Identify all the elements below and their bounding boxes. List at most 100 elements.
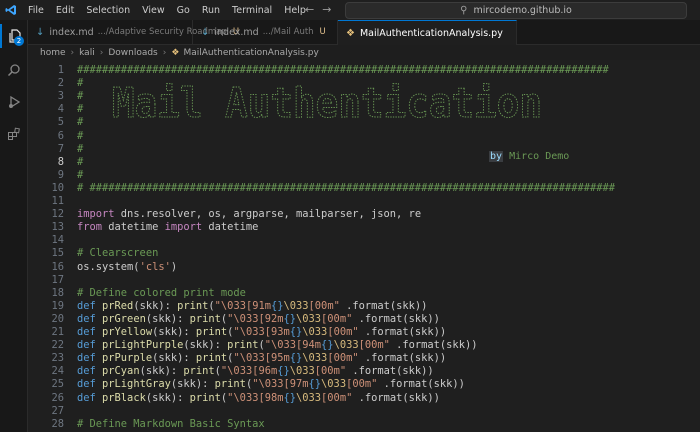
color-code: 98m (264, 391, 284, 404)
format-call: .format(skk)) (389, 339, 478, 352)
keyword: def (77, 391, 96, 404)
line-code: def prBlack(skk): print("\033[98m{}\033[… (77, 392, 440, 404)
line-number: 15 (51, 247, 64, 260)
escape-sequence: \033 (283, 299, 309, 312)
tab-mailauthenticationanalysis[interactable]: ❖ MailAuthenticationAnalysis.py (338, 20, 517, 45)
tab-filename: index.md (214, 26, 259, 38)
forward-arrow-icon[interactable]: → (322, 3, 331, 16)
tab-index-roadmap[interactable]: ↓ index.md .../Adaptive Security Roadmap… (28, 20, 239, 44)
breadcrumb-kali[interactable]: kali (79, 48, 95, 58)
code-line: 8 # (28, 156, 700, 169)
extensions-icon[interactable] (0, 122, 27, 146)
function-name: prGreen (95, 312, 146, 325)
params: (skk): (170, 378, 215, 391)
line-code: # (77, 169, 83, 181)
string: "\033[ (233, 352, 271, 365)
menu-file[interactable]: File (22, 5, 50, 16)
code-editor[interactable]: Mail Authentication by Mirco Demo 1 #####… (28, 60, 700, 432)
function-call: print (183, 365, 215, 378)
params: (skk): (133, 299, 178, 312)
keyword: def (77, 378, 96, 391)
code-line: 4 # (28, 103, 700, 116)
python-file-icon: ❖ (171, 47, 180, 58)
line-code: # (77, 130, 83, 142)
comment-text: # ######################################… (77, 181, 615, 194)
command-center-search[interactable]: ⚲ mircodemo.github.io (345, 2, 687, 19)
menu-view[interactable]: View (136, 5, 171, 16)
line-number: 6 (57, 129, 64, 142)
function-call: print (189, 391, 221, 404)
string: [00m" (327, 326, 359, 338)
line-number: 8 (57, 155, 64, 168)
line-code: os.system('cls') (77, 261, 177, 273)
line-number: 7 (57, 142, 64, 155)
paren: ) (170, 260, 178, 273)
color-code: 95m (270, 352, 290, 365)
menu-selection[interactable]: Selection (80, 5, 136, 16)
string: "\033[ (264, 339, 303, 352)
code-line: 13 from datetime import datetime (28, 221, 700, 234)
chevron-right-icon: › (70, 47, 75, 58)
tab-index-mailauth[interactable]: ↓ index.md .../Mail Auth U (193, 20, 338, 44)
line-number: 20 (51, 312, 64, 325)
code-line: 18 # Define colored print mode (28, 287, 700, 300)
line-number: 21 (51, 326, 64, 338)
code-line: 12 import dns.resolver, os, argparse, mai… (28, 208, 700, 221)
keyword: import (164, 221, 203, 234)
format-placeholder: {} (308, 378, 322, 391)
line-number: 28 (51, 417, 64, 430)
back-arrow-icon[interactable]: ← (305, 3, 314, 16)
menu-go[interactable]: Go (171, 5, 196, 16)
menu-edit[interactable]: Edit (50, 5, 80, 16)
explorer-icon[interactable]: 2 (0, 24, 27, 48)
format-call: .format(skk)) (352, 391, 440, 404)
code-line: 25 def prLightGray(skk): print("\033[97m{… (28, 378, 700, 391)
breadcrumb-file[interactable]: MailAuthenticationAnalysis.py (183, 48, 318, 58)
comment-text: # Define Markdown Basic Syntax (77, 417, 265, 430)
line-number: 14 (51, 234, 64, 247)
string: [00m" (327, 352, 359, 365)
code-line: 23 def prPurple(skk): print("\033[95m{}\0… (28, 352, 700, 365)
line-number: 4 (57, 103, 64, 116)
params: (skk): (145, 391, 190, 404)
color-code: 96m (258, 365, 278, 378)
format-placeholder: {} (321, 339, 334, 352)
line-code: def prLightPurple(skk): print("\033[94m{… (77, 339, 477, 351)
color-code: 91m (252, 299, 271, 312)
line-code: # (77, 90, 83, 102)
run-debug-icon[interactable] (0, 90, 27, 114)
line-code: # (77, 156, 83, 168)
format-call: .format(skk)) (358, 352, 447, 365)
code-line: 28 # Define Markdown Basic Syntax (28, 418, 700, 431)
breadcrumb-downloads[interactable]: Downloads (108, 48, 157, 58)
menu-terminal[interactable]: Terminal (226, 5, 278, 16)
line-code: # (77, 103, 83, 115)
nav-arrows: ← → (305, 3, 331, 16)
line-number: 18 (51, 286, 64, 299)
code-line: 27 (28, 405, 700, 418)
line-code: # ######################################… (77, 182, 615, 194)
escape-sequence: \033 (289, 365, 315, 378)
keyword: def (77, 352, 96, 365)
menu-run[interactable]: Run (196, 5, 226, 16)
line-number: 26 (51, 391, 64, 404)
code-line: 15 # Clearscreen (28, 247, 700, 260)
keyword: from (77, 221, 103, 234)
format-call: .format(skk)) (352, 312, 440, 325)
line-code: def prPurple(skk): print("\033[95m{}\033… (77, 352, 446, 364)
keyword: def (77, 326, 96, 338)
breadcrumb-home[interactable]: home (40, 48, 66, 58)
title-bar: File Edit Selection View Go Run Terminal… (0, 0, 700, 20)
function-name: prRed (95, 299, 134, 312)
function-call: print (195, 352, 228, 365)
params: (skk): (183, 339, 228, 352)
tab-path: .../Mail Auth (262, 27, 314, 37)
line-code: from datetime import datetime (77, 221, 258, 233)
function-name: prYellow (95, 326, 153, 338)
tab-filename: MailAuthenticationAnalysis.py (359, 27, 503, 39)
function-call: print (227, 339, 259, 352)
code-line: 6 # (28, 130, 700, 143)
search-view-icon[interactable] (0, 58, 27, 82)
format-placeholder: {} (283, 391, 297, 404)
color-code: 93m (270, 326, 290, 338)
